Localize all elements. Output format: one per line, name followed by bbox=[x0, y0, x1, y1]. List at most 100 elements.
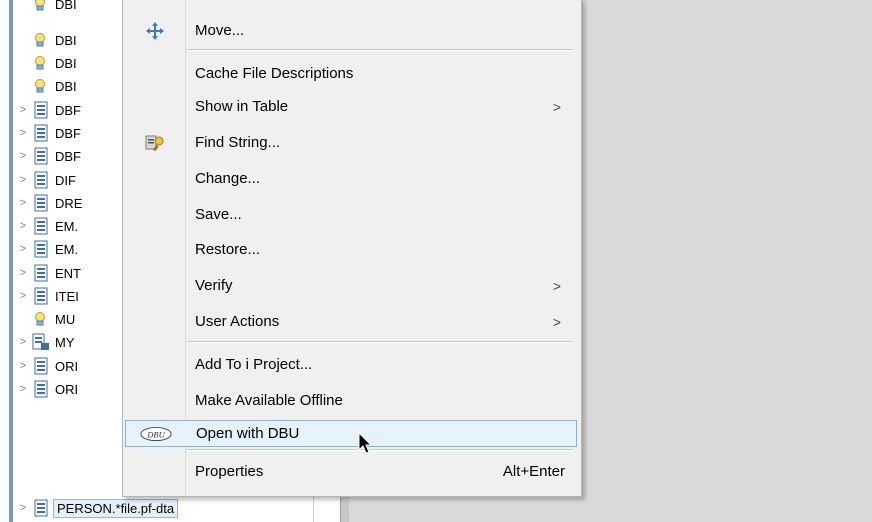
expand-arrow-icon[interactable]: > bbox=[15, 360, 31, 372]
tree-item-label: DBF bbox=[55, 102, 81, 118]
tree-item[interactable]: DBI bbox=[15, 29, 77, 51]
expand-arrow-icon[interactable]: > bbox=[15, 267, 31, 279]
menu-separator bbox=[187, 449, 573, 451]
file-icon bbox=[31, 194, 51, 212]
menu-item-label: Verify bbox=[195, 277, 233, 294]
submenu-arrow-icon: > bbox=[552, 98, 561, 115]
expand-arrow-icon[interactable]: > bbox=[15, 174, 31, 186]
expand-arrow-icon[interactable]: > bbox=[15, 104, 31, 116]
file-icon bbox=[31, 217, 51, 235]
file-icon bbox=[31, 264, 51, 282]
file-icon bbox=[31, 287, 51, 305]
menu-separator bbox=[187, 49, 573, 51]
tree-item-label: MU bbox=[55, 311, 76, 327]
submenu-arrow-icon: > bbox=[552, 313, 561, 330]
tree-item-label: EM. bbox=[55, 241, 79, 257]
tree-item[interactable]: DBI bbox=[15, 52, 77, 74]
expand-arrow-icon[interactable]: > bbox=[15, 197, 31, 209]
menu-item-make-available-offline[interactable]: Make Available Offline bbox=[125, 387, 577, 414]
tree-item-label: PERSON.*file.pf-dta bbox=[53, 498, 179, 518]
expand-arrow-icon[interactable]: > bbox=[15, 383, 31, 395]
menu-item-label: Properties bbox=[195, 463, 264, 480]
expand-arrow-icon[interactable]: > bbox=[15, 150, 31, 162]
expand-arrow-icon[interactable]: > bbox=[15, 243, 31, 255]
menu-item-save[interactable]: Save... bbox=[125, 201, 577, 228]
dbu-icon: DBU bbox=[140, 422, 172, 446]
menu-item-open-with-dbu[interactable]: DBU Open with DBU bbox=[125, 420, 577, 447]
menu-item-restore[interactable]: Restore... bbox=[125, 236, 577, 263]
file-icon bbox=[31, 499, 51, 517]
menu-item-add-to-i-project[interactable]: Add To i Project... bbox=[125, 351, 577, 378]
tree-item-label: ENT bbox=[55, 265, 81, 281]
tree-item-label: ORI bbox=[55, 381, 79, 397]
tree-item-label: ITEI bbox=[55, 288, 79, 304]
tree-item[interactable]: > ORI bbox=[15, 378, 78, 400]
tree-item-label: DBF bbox=[55, 148, 81, 164]
menu-separator bbox=[187, 341, 573, 343]
menu-item-label: Add To i Project... bbox=[195, 356, 313, 373]
file-icon bbox=[31, 240, 51, 258]
expand-arrow-icon[interactable]: > bbox=[15, 290, 31, 302]
tree-item-selected[interactable]: > PERSON.*file.pf-dta bbox=[15, 497, 179, 519]
tree-item-label: DBI bbox=[55, 0, 77, 12]
menu-item-cache-file-descriptions[interactable]: Cache File Descriptions bbox=[125, 60, 577, 87]
expand-arrow-icon[interactable]: > bbox=[15, 502, 31, 514]
lightbulb-icon bbox=[31, 310, 51, 328]
tree-item-label: MY bbox=[55, 334, 75, 350]
mouse-cursor-icon bbox=[358, 431, 374, 459]
find-string-icon bbox=[139, 131, 171, 155]
tree-item[interactable]: > DRE bbox=[15, 192, 82, 214]
tree-item[interactable]: > DBF bbox=[15, 99, 81, 121]
menu-item-label: Open with DBU bbox=[196, 425, 300, 442]
tree-item-label: DBF bbox=[55, 125, 81, 141]
tree-item[interactable]: > DBF bbox=[15, 145, 81, 167]
menu-item-verify[interactable]: Verify > bbox=[125, 272, 577, 299]
tree-item-label: DIF bbox=[55, 172, 76, 188]
menu-item-change[interactable]: Change... bbox=[125, 165, 577, 192]
file-icon bbox=[31, 147, 51, 165]
tree-item[interactable]: > ENT bbox=[15, 262, 81, 284]
tree-item-label: ORI bbox=[55, 358, 79, 374]
logical-file-icon bbox=[31, 333, 51, 351]
file-icon bbox=[31, 124, 51, 142]
menu-item-label: Show in Table bbox=[195, 98, 289, 115]
tree-item[interactable]: DBI bbox=[15, 75, 77, 97]
tree-item[interactable]: > ORI bbox=[15, 355, 78, 377]
lightbulb-icon bbox=[31, 54, 51, 72]
menu-item-label: Make Available Offline bbox=[195, 392, 343, 409]
file-icon bbox=[31, 101, 51, 119]
expand-arrow-icon[interactable]: > bbox=[15, 127, 31, 139]
menu-item-user-actions[interactable]: User Actions > bbox=[125, 308, 577, 335]
context-menu: Move... Cache File Descriptions Show in … bbox=[122, 0, 582, 497]
menu-item-move[interactable]: Move... bbox=[125, 17, 577, 44]
menu-item-show-in-table[interactable]: Show in Table > bbox=[125, 93, 577, 120]
expand-arrow-icon[interactable]: > bbox=[15, 220, 31, 232]
expand-arrow-icon[interactable]: > bbox=[15, 336, 31, 348]
menu-item-label: Cache File Descriptions bbox=[195, 65, 354, 82]
menu-item-label: User Actions bbox=[195, 313, 280, 330]
tree-item-label: DBI bbox=[55, 55, 77, 71]
tree-item[interactable]: > EM. bbox=[15, 238, 78, 260]
lightbulb-icon bbox=[31, 31, 51, 49]
tree-item[interactable]: > EM. bbox=[15, 215, 78, 237]
menu-item-label: Move... bbox=[195, 22, 245, 39]
move-icon bbox=[139, 19, 171, 43]
menu-item-label: Restore... bbox=[195, 241, 261, 258]
tree-item-label: EM. bbox=[55, 218, 79, 234]
dbu-icon-text: DBU bbox=[146, 429, 165, 439]
lightbulb-icon bbox=[31, 0, 51, 13]
menu-item-properties[interactable]: Properties Alt+Enter bbox=[125, 458, 577, 485]
tree-item[interactable]: > MY bbox=[15, 331, 75, 353]
menu-item-label: Find String... bbox=[195, 134, 281, 151]
shortcut-label: Alt+Enter bbox=[502, 463, 565, 480]
file-icon bbox=[31, 171, 51, 189]
tree-item[interactable]: > DIF bbox=[15, 169, 76, 191]
tree-item[interactable]: > ITEI bbox=[15, 285, 79, 307]
tree-item-label: DBI bbox=[55, 32, 77, 48]
menu-item-find-string[interactable]: Find String... bbox=[125, 129, 577, 156]
file-icon bbox=[31, 380, 51, 398]
tree-item[interactable]: DBI bbox=[15, 0, 77, 15]
tree-item[interactable]: MU bbox=[15, 308, 75, 330]
file-icon bbox=[31, 357, 51, 375]
tree-item[interactable]: > DBF bbox=[15, 122, 81, 144]
